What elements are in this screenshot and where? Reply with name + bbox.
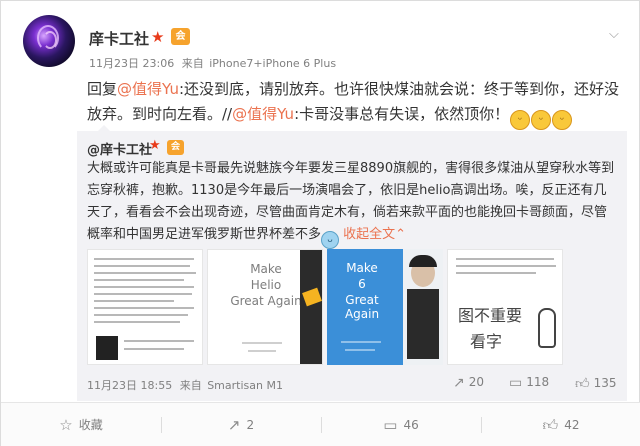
mention-link[interactable]: @值得Yu [232, 105, 294, 123]
chevron-up-icon[interactable]: ⌃ [395, 227, 406, 242]
grin-emoji-icon: ᵕ [510, 110, 531, 130]
avatar[interactable] [23, 15, 75, 67]
repost-meta: 11月23日 18:55 来自 Smartisan M1 [87, 377, 283, 393]
forward-icon: ↗ [227, 416, 241, 434]
repost-source-prefix: 来自 [179, 379, 202, 392]
image-text: 6 [358, 277, 366, 291]
image-text: 看字 [470, 332, 503, 351]
repost-image-4[interactable]: 图不重要 看字 [447, 249, 563, 365]
comment-icon: ▭ [509, 375, 523, 391]
weibo-card: 庠卡工社 ★ 会 ⌵ 11月23日 23:06 来自 iPhone7+iPhon… [0, 0, 640, 446]
repost-image-2[interactable]: Make Helio Great Again [207, 249, 323, 365]
post-time[interactable]: 11月23日 23:06 [89, 57, 174, 70]
post-meta: 11月23日 23:06 来自 iPhone7+iPhone 6 Plus [89, 55, 336, 71]
favorite-label: 收藏 [78, 418, 103, 432]
comment-icon: ▭ [383, 416, 398, 434]
grin-emoji-icon: ᵕ [552, 110, 573, 130]
post-text: 回复@值得Yu:还没到底，请别放弃。也许很快煤油就会说：终于等到你，还好没放弃。… [87, 77, 627, 130]
image-text: Make [346, 261, 378, 275]
post-source-prefix: 来自 [181, 57, 204, 70]
cry-emoji-icon: ᴗ [321, 231, 340, 249]
forward-icon: ↗ [453, 375, 465, 391]
chevron-down-icon[interactable]: ⌵ [609, 27, 619, 42]
comment-count: 46 [403, 418, 419, 432]
repost-image-1[interactable] [87, 249, 203, 365]
grin-emoji-icon: ᵕ [531, 110, 552, 130]
repost-comment-count: 118 [526, 375, 550, 389]
action-bar: ☆ 收藏 ↗ 2 ▭ 46 👍︎ 42 [1, 402, 640, 446]
mention-link[interactable]: @值得Yu [117, 80, 179, 98]
repost-time[interactable]: 11月23日 18:55 [87, 379, 172, 392]
collapse-link[interactable]: 收起全文 [343, 227, 395, 242]
image-text: Great Again [344, 293, 380, 321]
repost-like-button[interactable]: 👍︎ 135 [575, 375, 617, 392]
repost-comment-button[interactable]: ▭ 118 [509, 375, 549, 391]
repost-source[interactable]: Smartisan M1 [207, 379, 283, 392]
bookmark-icon: ☆ [59, 416, 73, 434]
post-text-part: 回复 [87, 80, 118, 98]
favorite-button[interactable]: ☆ 收藏 [1, 403, 161, 446]
username[interactable]: 庠卡工社 [89, 28, 149, 49]
forward-button[interactable]: ↗ 2 [161, 403, 321, 446]
repost-forward-button[interactable]: ↗ 20 [453, 375, 484, 391]
star-icon[interactable]: ★ [151, 28, 164, 46]
comment-button[interactable]: ▭ 46 [321, 403, 481, 446]
repost-forward-count: 20 [468, 375, 485, 389]
star-icon[interactable]: ★ [149, 138, 161, 153]
repost-image-3[interactable]: Make 6 Great Again [327, 249, 443, 365]
forward-count: 2 [246, 418, 255, 432]
member-badge-icon[interactable]: 会 [171, 28, 190, 45]
post-source[interactable]: iPhone7+iPhone 6 Plus [209, 57, 336, 70]
repost-text: 大概或许可能真是卡哥最先说魅族今年要发三星8890旗舰的，害得很多煤油从望穿秋水… [87, 158, 619, 249]
repost-like-count: 135 [593, 376, 617, 390]
thumb-up-icon: 👍︎ [542, 416, 559, 434]
member-badge-icon[interactable]: 会 [167, 140, 184, 155]
image-text: 图不重要 [458, 306, 523, 325]
like-count: 42 [564, 418, 580, 432]
post-text-part: :卡哥没事总有失误，依然顶你！ [294, 105, 510, 123]
repost-username[interactable]: @庠卡工社 [87, 139, 152, 158]
like-button[interactable]: 👍︎ 42 [481, 403, 640, 446]
thumb-up-icon: 👍︎ [575, 376, 590, 392]
